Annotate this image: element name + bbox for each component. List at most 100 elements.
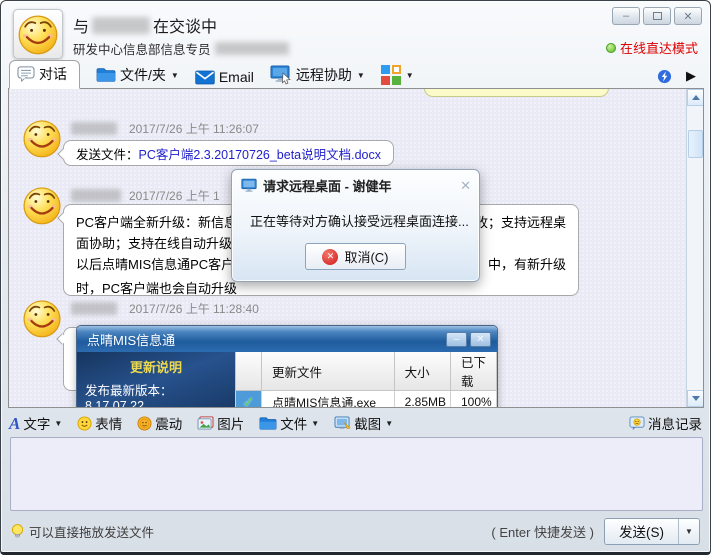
update-files-panel: 更新文件 大小 已下载 ✓ 点晴MIS信息通.exe 2.85MB 100% bbox=[235, 352, 497, 408]
drag-drop-tip-text: 可以直接拖放发送文件 bbox=[29, 522, 154, 541]
close-button[interactable]: ✕ bbox=[674, 7, 702, 25]
dialog-button-row: ✕ 取消(C) bbox=[232, 243, 479, 270]
line-text: 以后点晴MIS信息通PC客户 bbox=[76, 254, 234, 275]
send-button[interactable]: 发送(S) bbox=[605, 519, 678, 544]
message-timestamp: 2017/7/26 上午 11:28:40 bbox=[129, 300, 259, 317]
shake-button[interactable]: 震动 bbox=[137, 413, 182, 433]
chat-window: 与 在交谈中 研发中心信息部信息专员 在线直达模式 – ✕ 对话 文件/夹 ▼ … bbox=[0, 0, 711, 555]
monitor-icon bbox=[241, 178, 257, 193]
close-icon: ✕ bbox=[683, 10, 692, 23]
dialog-message: 正在等待对方确认接受远程桌面连接... bbox=[232, 197, 479, 230]
dialog-title: 请求远程桌面 - 谢健年 bbox=[263, 176, 392, 195]
line-text: 中，有新升级 bbox=[488, 254, 566, 275]
dialog-titlebar: 请求远程桌面 - 谢健年 ✕ bbox=[232, 170, 479, 197]
capture-button-label: 截图 bbox=[354, 413, 381, 433]
chevron-down-icon: ▼ bbox=[406, 71, 414, 80]
email-button[interactable]: Email bbox=[195, 69, 254, 85]
updater-window: 点晴MIS信息通 – ✕ 更新说明 发布最新版本：8.17.07.22 优化内容… bbox=[76, 325, 498, 408]
screenshot-icon bbox=[334, 416, 351, 431]
expand-arrow-icon[interactable]: ▶ bbox=[686, 68, 696, 84]
email-button-label: Email bbox=[219, 69, 254, 85]
shake-button-label: 震动 bbox=[155, 413, 182, 433]
status-bar: 可以直接拖放发送文件 ( Enter 快捷发送 ) 发送(S) ▼ bbox=[11, 514, 700, 548]
scroll-up-button[interactable] bbox=[687, 89, 704, 106]
update-notes-heading: 更新说明 bbox=[85, 357, 227, 376]
tab-chat[interactable]: 对话 bbox=[9, 60, 80, 89]
contact-subtitle: 研发中心信息部信息专员 bbox=[73, 39, 289, 58]
remote-request-dialog: 请求远程桌面 - 谢健年 ✕ 正在等待对方确认接受远程桌面连接... ✕ 取消(… bbox=[231, 169, 480, 282]
latest-version-line: 发布最新版本：8.17.07.22 bbox=[85, 380, 227, 408]
cancel-button-label: 取消(C) bbox=[344, 247, 388, 266]
file-name-cell: 点晴MIS信息通.exe bbox=[262, 391, 395, 409]
image-button-label: 图片 bbox=[217, 413, 244, 433]
scrollbar-thumb[interactable] bbox=[688, 130, 703, 158]
size-column-header: 大小 bbox=[394, 352, 450, 391]
check-column-header bbox=[236, 352, 262, 391]
cancel-button[interactable]: ✕ 取消(C) bbox=[305, 243, 405, 270]
files-button-label: 文件/夹 bbox=[120, 65, 166, 85]
history-button[interactable]: 消息记录 bbox=[629, 413, 702, 433]
restore-button[interactable] bbox=[643, 7, 671, 25]
shake-coin-icon bbox=[137, 416, 152, 431]
chevron-down-icon: ▼ bbox=[54, 419, 62, 428]
sync-icon[interactable] bbox=[657, 69, 672, 84]
close-icon: ✕ bbox=[476, 334, 484, 345]
toolbar-right: ▶ bbox=[657, 68, 696, 84]
font-button[interactable]: A 文字 ▼ bbox=[9, 413, 62, 433]
updater-body: 更新说明 发布最新版本：8.17.07.22 优化内容： 更新文件 大小 已下载 bbox=[77, 352, 497, 408]
emotion-button[interactable]: 表情 bbox=[77, 413, 122, 433]
scroll-down-button[interactable] bbox=[687, 390, 704, 407]
restore-icon bbox=[653, 12, 662, 20]
line-text: 收；支持远程桌 bbox=[475, 212, 566, 233]
minimize-button[interactable]: – bbox=[446, 332, 467, 347]
update-files-table: 更新文件 大小 已下载 ✓ 点晴MIS信息通.exe 2.85MB 100% bbox=[235, 352, 497, 408]
table-row: ✓ 点晴MIS信息通.exe 2.85MB 100% bbox=[236, 391, 497, 409]
color-grid-icon bbox=[381, 65, 401, 85]
redacted-sender-name bbox=[71, 122, 117, 135]
minimize-icon: – bbox=[454, 334, 460, 345]
title-suffix: 在交谈中 bbox=[153, 13, 217, 37]
tab-chat-label: 对话 bbox=[39, 64, 67, 84]
composer-toolbar: A 文字 ▼ 表情 震动 图片 文件 ▼ 截图 ▼ 消息记录 bbox=[9, 410, 702, 436]
check-cell: ✓ bbox=[236, 391, 262, 409]
minimize-icon: – bbox=[623, 10, 629, 22]
smiley-avatar-icon bbox=[21, 297, 63, 339]
file-send-prefix: 发送文件： bbox=[76, 144, 139, 163]
partial-outgoing-bubble bbox=[424, 88, 609, 97]
font-icon: A bbox=[9, 415, 20, 432]
chat-scrollbar[interactable] bbox=[686, 89, 703, 407]
chevron-down-icon: ▼ bbox=[311, 419, 319, 428]
image-button[interactable]: 图片 bbox=[197, 413, 244, 433]
online-status: 在线直达模式 bbox=[606, 38, 698, 57]
smiley-avatar-icon bbox=[21, 184, 63, 226]
remote-assist-button[interactable]: 远程协助 ▼ bbox=[270, 65, 365, 85]
chevron-down-icon: ▼ bbox=[685, 527, 693, 536]
title-prefix: 与 bbox=[73, 13, 89, 37]
updater-controls: – ✕ bbox=[446, 332, 491, 347]
close-button[interactable]: ✕ bbox=[470, 332, 491, 347]
capture-button[interactable]: 截图 ▼ bbox=[334, 413, 393, 433]
file-button[interactable]: 文件 ▼ bbox=[259, 413, 319, 433]
online-dot-icon bbox=[606, 43, 616, 53]
close-icon[interactable]: ✕ bbox=[460, 178, 471, 194]
bulb-icon bbox=[11, 523, 24, 540]
line-text: 面协助；支持在线自动升级 bbox=[76, 233, 232, 254]
chat-history-panel: 2017/7/26 上午 11:26:07 发送文件： PC客户端2.3.201… bbox=[8, 88, 704, 408]
drag-drop-tip: 可以直接拖放发送文件 bbox=[11, 522, 154, 541]
send-options-button[interactable]: ▼ bbox=[678, 519, 699, 544]
remote-assist-label: 远程协助 bbox=[296, 65, 352, 85]
send-button-group: 发送(S) ▼ bbox=[604, 518, 700, 545]
message-bubble: 发送文件： PC客户端2.3.20170726_beta说明文档.docx bbox=[63, 140, 394, 166]
message-history-icon bbox=[629, 416, 645, 431]
sent-file-link[interactable]: PC客户端2.3.20170726_beta说明文档.docx bbox=[139, 144, 382, 163]
file-size-cell: 2.85MB bbox=[394, 391, 450, 409]
message-input[interactable] bbox=[10, 437, 703, 511]
update-notes-panel: 更新说明 发布最新版本：8.17.07.22 优化内容： bbox=[77, 352, 235, 408]
updater-title: 点晴MIS信息通 bbox=[87, 330, 175, 349]
files-button[interactable]: 文件/夹 ▼ bbox=[96, 65, 179, 85]
avatar bbox=[13, 9, 63, 59]
chevron-down-icon: ▼ bbox=[357, 71, 365, 80]
apps-grid-button[interactable]: ▼ bbox=[381, 65, 414, 85]
minimize-button[interactable]: – bbox=[612, 7, 640, 25]
redacted-sender-name bbox=[71, 189, 121, 202]
